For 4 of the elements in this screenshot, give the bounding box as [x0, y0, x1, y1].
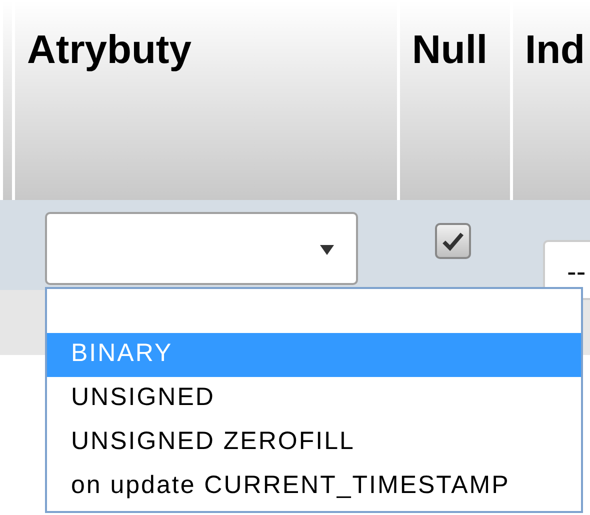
null-checkbox[interactable] [435, 223, 471, 259]
caret-icon [320, 245, 334, 255]
attribute-select[interactable] [45, 212, 358, 285]
checkmark-icon [442, 231, 464, 251]
